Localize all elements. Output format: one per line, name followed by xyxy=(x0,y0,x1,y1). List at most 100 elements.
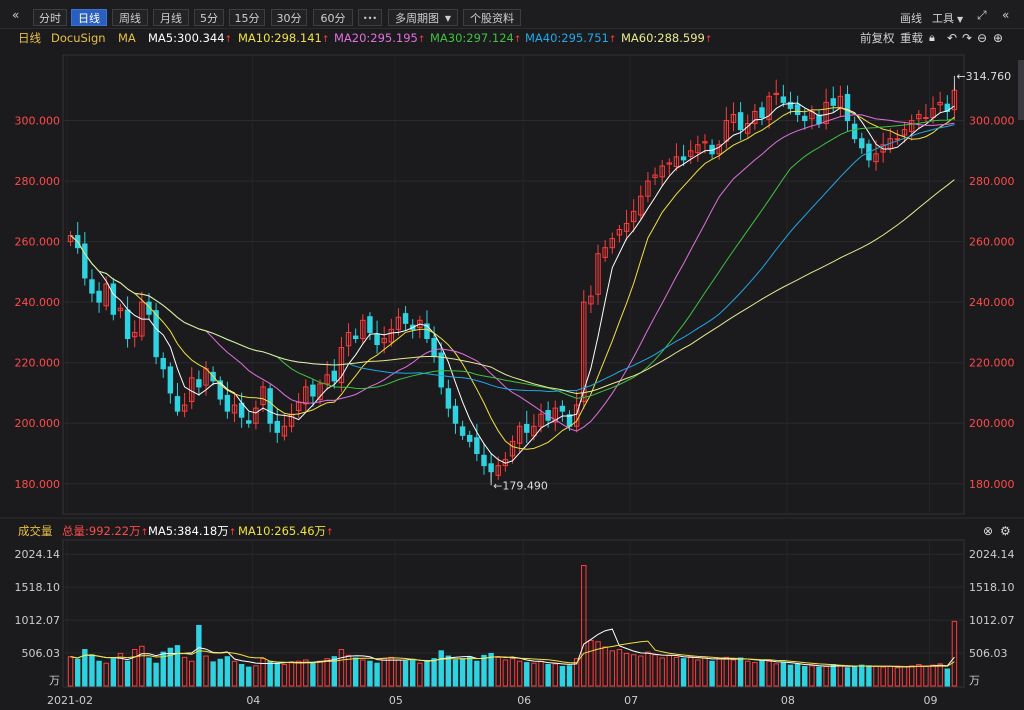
volume-bar xyxy=(937,663,943,687)
volume-bar xyxy=(802,665,808,687)
volume-bar xyxy=(203,655,209,687)
volume-unit-left: 万 xyxy=(49,674,60,687)
candle-body xyxy=(859,138,865,149)
candle-body xyxy=(110,283,117,315)
volume-bar xyxy=(787,664,794,687)
volume-bar xyxy=(695,659,701,687)
x-tick-label: 04 xyxy=(246,694,260,707)
volume-bar xyxy=(352,657,359,687)
volume-bar xyxy=(816,666,822,687)
candle-body xyxy=(452,405,459,424)
candle-body xyxy=(167,366,174,394)
volume-bar xyxy=(559,665,566,687)
volume-bar xyxy=(837,665,844,687)
candle-body xyxy=(559,405,566,412)
low-label: ←179.490 xyxy=(493,479,548,492)
volume-bar xyxy=(488,652,494,687)
price-tick-left: 180.000 xyxy=(15,478,61,491)
volume-bar xyxy=(702,657,708,687)
candle-body xyxy=(153,310,159,358)
volume-bar xyxy=(630,654,637,687)
volume-ma10-line xyxy=(70,640,955,667)
volume-bar xyxy=(274,662,280,687)
volume-bar xyxy=(652,654,658,687)
candle-body xyxy=(196,379,202,388)
candle-body xyxy=(780,96,787,103)
volume-bar xyxy=(502,659,509,687)
candle-body xyxy=(367,316,373,333)
volume-bar xyxy=(809,665,815,687)
volume-bar xyxy=(709,660,715,687)
candle-body xyxy=(844,94,851,122)
volume-bar xyxy=(759,659,765,687)
volume-tick-left: 506.03 xyxy=(22,647,61,660)
volume-bar xyxy=(609,650,616,687)
volume-bar xyxy=(659,657,665,687)
candle-body xyxy=(802,115,808,122)
volume-bar xyxy=(908,665,915,687)
volume-bar xyxy=(737,657,744,687)
volume-tick-right: 506.03 xyxy=(969,647,1008,660)
volume-bar xyxy=(666,654,673,687)
ma30-line xyxy=(70,118,955,399)
candle-body xyxy=(267,388,273,424)
price-tick-right: 220.000 xyxy=(969,357,1015,370)
candle-body xyxy=(374,333,380,346)
volume-bar xyxy=(859,664,865,687)
volume-bar xyxy=(930,664,936,687)
candle-body xyxy=(851,123,858,140)
volume-bar xyxy=(752,662,758,687)
volume-bar xyxy=(424,660,430,687)
candle-body xyxy=(224,394,231,412)
price-tick-left: 300.000 xyxy=(15,115,61,128)
scrollbar-thumb[interactable] xyxy=(1018,60,1024,120)
high-label: ←314.760 xyxy=(956,70,1011,83)
volume-bar xyxy=(317,660,323,687)
volume-bar xyxy=(288,662,295,687)
candle-body xyxy=(174,396,181,412)
volume-tick-right: 2024.14 xyxy=(969,548,1015,561)
volume-bar xyxy=(452,659,459,687)
volume-bar xyxy=(723,656,730,687)
candle-body xyxy=(459,426,466,436)
volume-bar xyxy=(295,660,302,687)
candle-body xyxy=(431,337,437,358)
volume-bar xyxy=(253,665,259,687)
volume-bar xyxy=(538,660,544,687)
price-tick-left: 260.000 xyxy=(15,236,61,249)
candle-body xyxy=(310,384,316,397)
volume-bar xyxy=(894,667,901,687)
volume-bar xyxy=(531,662,537,687)
volume-bar xyxy=(823,665,829,687)
volume-bar xyxy=(417,662,423,687)
volume-ma5-line xyxy=(70,628,955,668)
candle-body xyxy=(124,309,131,339)
candle-body xyxy=(467,434,473,442)
volume-bar xyxy=(495,656,501,687)
volume-bar xyxy=(210,661,216,687)
volume-bar xyxy=(680,658,687,687)
volume-bar xyxy=(103,662,109,687)
volume-bar xyxy=(338,649,345,687)
price-tick-right: 280.000 xyxy=(969,175,1015,188)
volume-bar xyxy=(217,658,223,687)
volume-bar xyxy=(509,658,516,687)
price-tick-left: 240.000 xyxy=(15,296,61,309)
volume-bar xyxy=(459,658,466,687)
candle-body xyxy=(402,313,409,324)
volume-bar xyxy=(89,654,95,687)
kline-chart[interactable]: 180.000 180.000 200.000 200.000 220.000 220.0… xyxy=(0,0,1024,710)
volume-bar xyxy=(324,658,330,687)
volume-bar xyxy=(944,668,951,687)
volume-bar xyxy=(445,655,452,687)
volume-unit-right: 万 xyxy=(969,674,980,687)
volume-bar xyxy=(360,659,366,687)
price-tick-left: 280.000 xyxy=(15,175,61,188)
volume-bar xyxy=(780,662,787,687)
volume-bar xyxy=(887,665,893,687)
ma60-line xyxy=(70,179,955,395)
volume-bar xyxy=(766,660,772,687)
volume-bar xyxy=(773,663,779,687)
volume-bar xyxy=(146,657,152,687)
volume-bar xyxy=(552,663,558,687)
